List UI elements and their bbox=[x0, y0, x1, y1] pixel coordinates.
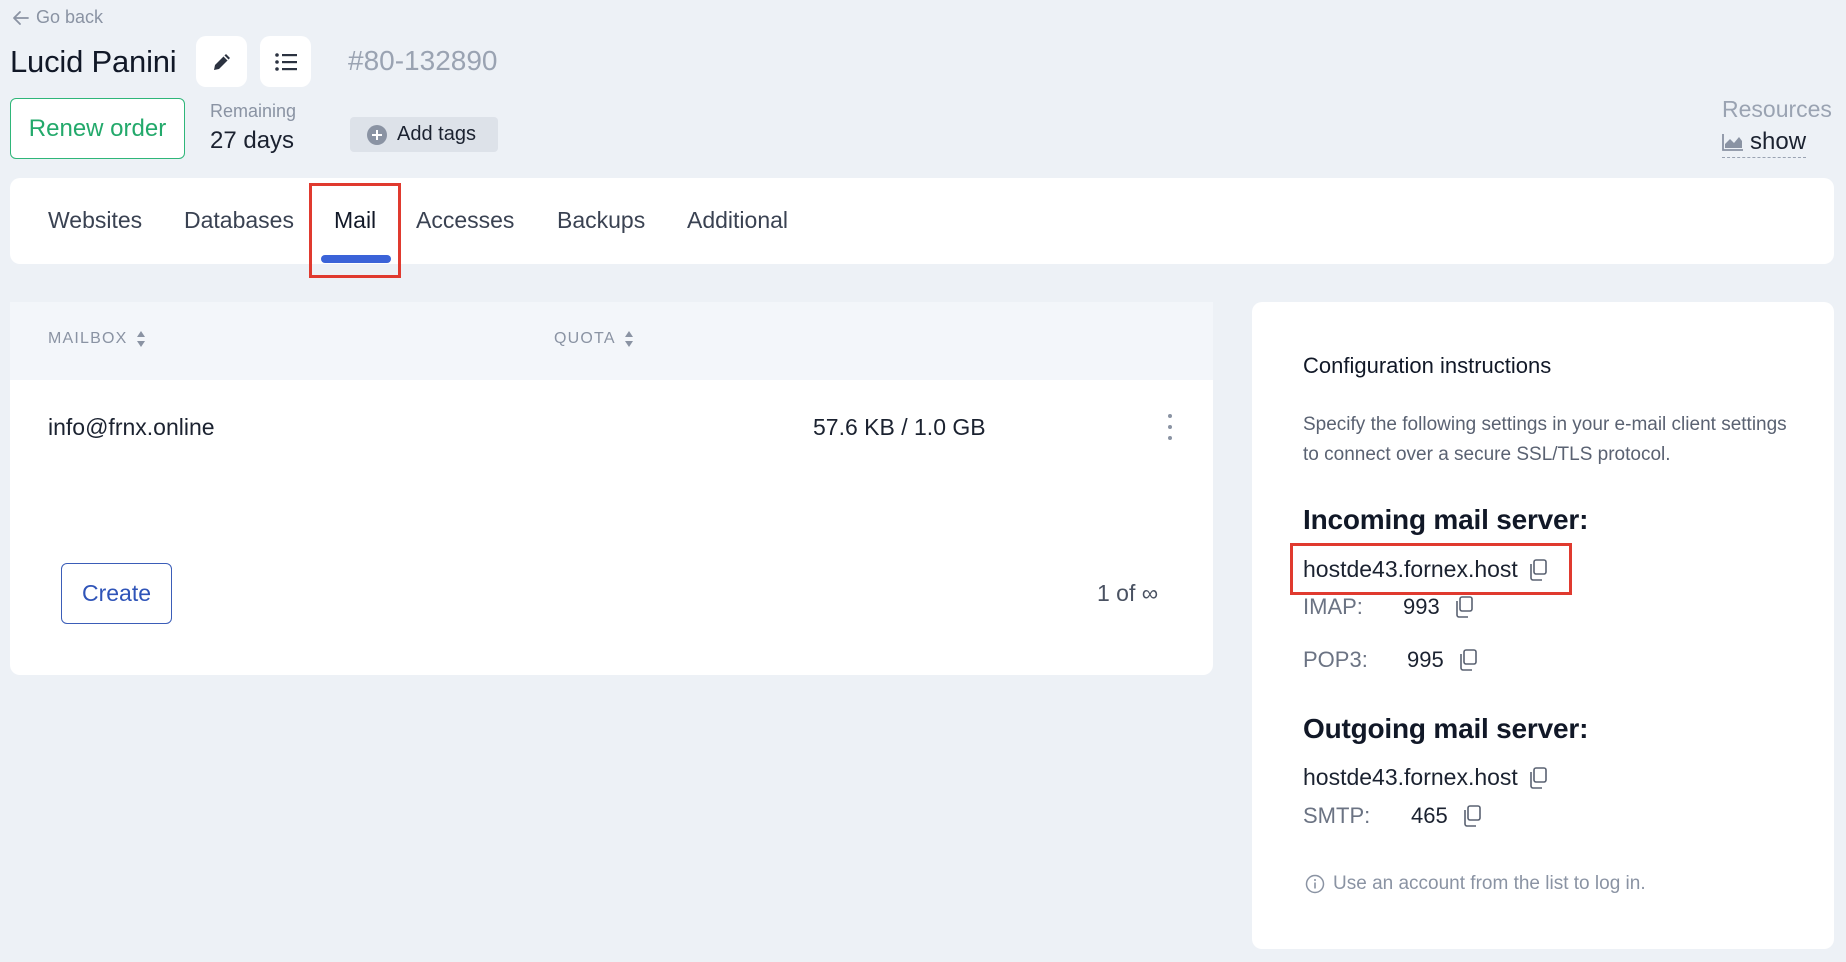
tab-accesses[interactable]: Accesses bbox=[416, 207, 514, 234]
go-back-link[interactable]: Go back bbox=[12, 7, 103, 28]
configuration-title: Configuration instructions bbox=[1303, 353, 1552, 378]
go-back-label: Go back bbox=[36, 7, 104, 27]
info-icon bbox=[1305, 874, 1325, 894]
kebab-dot bbox=[1168, 436, 1172, 440]
mailbox-address[interactable]: info@frnx.online bbox=[48, 414, 215, 441]
smtp-row: SMTP: 465 bbox=[1303, 803, 1482, 829]
mailbox-quota: 57.6 KB / 1.0 GB bbox=[813, 414, 986, 440]
pencil-icon bbox=[213, 53, 230, 70]
remaining-value: 27 days bbox=[210, 127, 295, 154]
order-id-prefix: # bbox=[348, 45, 364, 76]
login-hint: Use an account from the list to log in. bbox=[1305, 873, 1646, 895]
renew-order-button[interactable]: Renew order bbox=[10, 98, 185, 159]
smtp-port: 465 bbox=[1411, 803, 1448, 828]
tab-backups[interactable]: Backups bbox=[557, 207, 645, 234]
column-mailbox-label: MAILBOX bbox=[48, 330, 128, 347]
imap-row: IMAP: 993 bbox=[1303, 594, 1474, 620]
list-icon bbox=[274, 52, 297, 71]
kebab-dot bbox=[1168, 425, 1172, 429]
incoming-heading: Incoming mail server: bbox=[1303, 504, 1589, 535]
copy-icon[interactable] bbox=[1528, 766, 1548, 789]
copy-icon[interactable] bbox=[1458, 649, 1478, 671]
area-chart-icon bbox=[1722, 134, 1743, 151]
incoming-host-highlight bbox=[1290, 543, 1572, 595]
remaining-label: Remaining bbox=[210, 101, 297, 121]
order-id: #80-132890 bbox=[348, 45, 497, 77]
tab-websites[interactable]: Websites bbox=[48, 207, 142, 234]
sort-icon bbox=[624, 331, 633, 347]
tab-databases[interactable]: Databases bbox=[184, 207, 294, 234]
kebab-dot bbox=[1168, 414, 1172, 418]
copy-icon[interactable] bbox=[1462, 805, 1482, 827]
outgoing-heading: Outgoing mail server: bbox=[1303, 713, 1589, 744]
pop3-port: 995 bbox=[1407, 647, 1444, 672]
list-button[interactable] bbox=[260, 36, 311, 87]
imap-port: 993 bbox=[1403, 594, 1440, 619]
outgoing-host-value: hostde43.fornex.host bbox=[1303, 764, 1518, 790]
page-title: Lucid Panini bbox=[10, 44, 177, 79]
column-quota-label: QUOTA bbox=[554, 330, 616, 347]
row-menu-button[interactable] bbox=[1162, 414, 1178, 440]
arrow-left-icon bbox=[13, 10, 29, 25]
login-hint-text: Use an account from the list to log in. bbox=[1333, 873, 1646, 894]
mail-tab-highlight bbox=[309, 183, 401, 278]
plus-circle-icon bbox=[367, 124, 387, 145]
edit-button[interactable] bbox=[196, 36, 247, 87]
sort-icon bbox=[136, 331, 145, 347]
mailbox-count: 1 of ∞ bbox=[1097, 580, 1159, 606]
configuration-panel bbox=[1252, 302, 1834, 949]
add-tags-button[interactable]: Add tags bbox=[350, 117, 498, 152]
add-tags-label: Add tags bbox=[397, 123, 476, 145]
configuration-description: Specify the following settings in your e… bbox=[1303, 414, 1787, 465]
resources-label: Resources bbox=[1722, 96, 1832, 122]
smtp-label: SMTP: bbox=[1303, 803, 1371, 828]
tab-additional[interactable]: Additional bbox=[687, 207, 788, 234]
column-mailbox[interactable]: MAILBOX bbox=[48, 330, 146, 348]
pop3-label: POP3: bbox=[1303, 647, 1368, 672]
resources-show-link[interactable]: show bbox=[1722, 128, 1807, 158]
resources-show-label: show bbox=[1750, 128, 1807, 155]
imap-label: IMAP: bbox=[1303, 594, 1363, 619]
pop3-row: POP3: 995 bbox=[1303, 647, 1478, 673]
outgoing-host: hostde43.fornex.host bbox=[1303, 764, 1548, 791]
column-quota[interactable]: QUOTA bbox=[554, 330, 634, 348]
order-id-value: 80-132890 bbox=[363, 45, 498, 76]
copy-icon[interactable] bbox=[1454, 596, 1474, 618]
create-mailbox-button[interactable]: Create bbox=[61, 563, 172, 624]
